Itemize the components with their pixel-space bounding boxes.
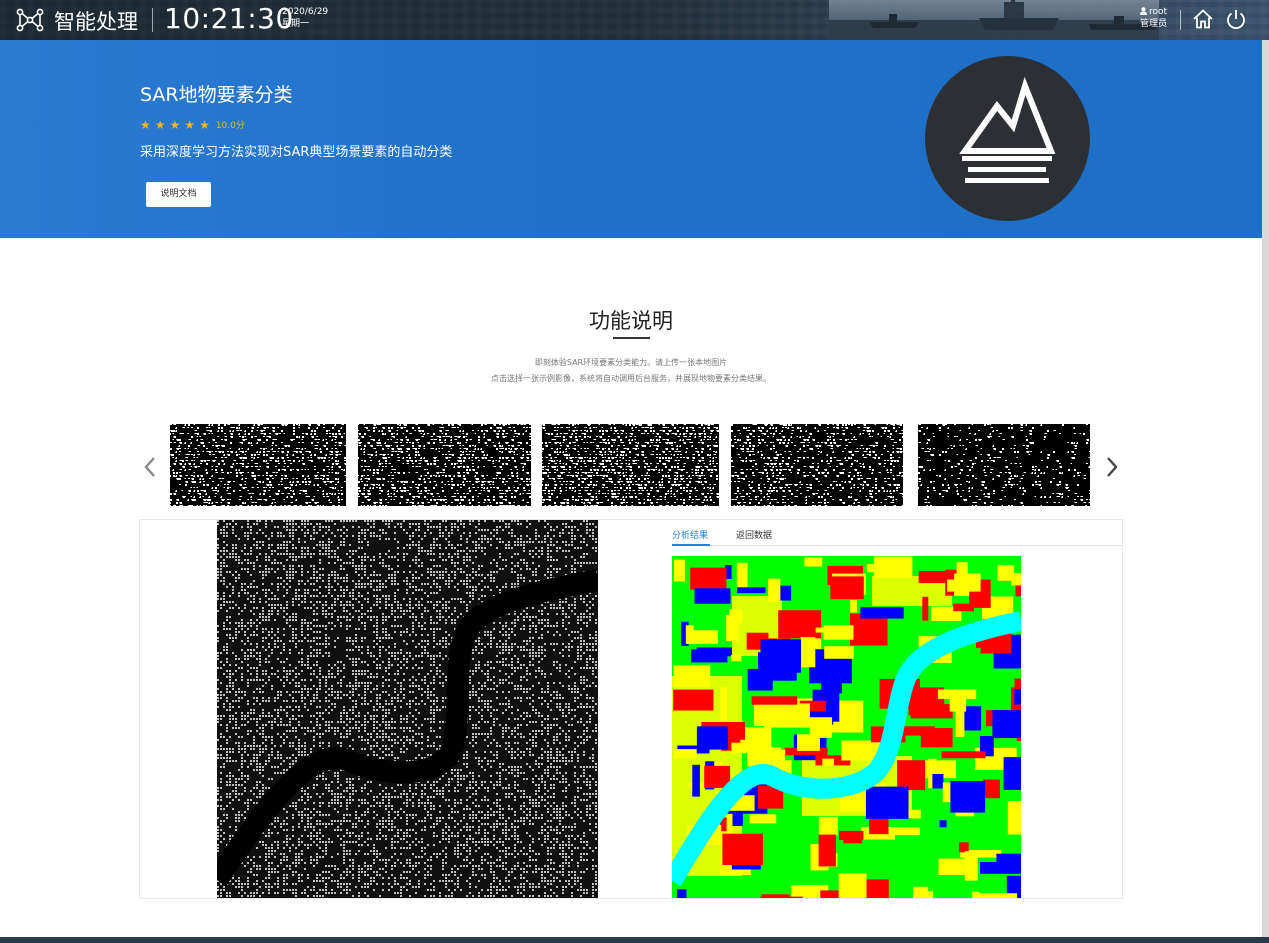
page: 智能处理 10:21:30 2020/6/29 星期一 root 管理员 SAR… bbox=[0, 0, 1269, 943]
weekday-text: 星期一 bbox=[282, 19, 310, 29]
bottom-bar bbox=[0, 937, 1269, 943]
service-emblem bbox=[925, 56, 1090, 221]
hero-banner: SAR地物要素分类 ★ ★ ★ ★ ★ 10.0分 采用深度学习方法实现对SAR典型场景要… bbox=[0, 40, 1262, 238]
result-tabs: 分析结果 返回数据 bbox=[672, 520, 1122, 546]
sample-thumbnail[interactable] bbox=[731, 424, 903, 506]
home-icon[interactable] bbox=[1192, 8, 1214, 30]
star-icon: ★ bbox=[199, 118, 210, 132]
sample-thumbnail[interactable] bbox=[170, 424, 346, 506]
scrollbar-gutter bbox=[1262, 40, 1269, 938]
rating: ★ ★ ★ ★ ★ 10.0分 bbox=[140, 114, 245, 132]
section-underline bbox=[613, 337, 650, 339]
classification-result-image bbox=[672, 556, 1021, 898]
date-block: 2020/6/29 星期一 bbox=[282, 6, 328, 30]
service-description: 采用深度学习方法实现对SAR典型场景要素的自动分类 bbox=[140, 145, 453, 160]
section-title: 功能说明 bbox=[589, 309, 673, 333]
sample-thumbnail[interactable] bbox=[918, 424, 1090, 506]
rating-score: 10.0分 bbox=[215, 121, 245, 131]
network-logo-icon bbox=[16, 8, 44, 32]
chevron-right-icon[interactable] bbox=[1105, 455, 1119, 479]
user-info[interactable]: root 管理员 bbox=[1139, 6, 1167, 30]
description-line: 即刻体验SAR环境要素分类能力。请上传一张本地图片 bbox=[534, 358, 728, 367]
sample-thumbnail[interactable] bbox=[358, 424, 531, 506]
star-icon: ★ bbox=[184, 118, 196, 132]
tab-analysis-result[interactable]: 分析结果 bbox=[672, 528, 708, 541]
divider bbox=[1180, 10, 1181, 30]
service-title: SAR地物要素分类 bbox=[140, 84, 293, 106]
star-icon: ★ bbox=[169, 118, 181, 132]
sample-thumbnail[interactable] bbox=[542, 424, 719, 506]
mountain-water-icon bbox=[959, 76, 1056, 183]
date-text: 2020/6/29 bbox=[282, 7, 329, 17]
description-line: 点击选择一张示例影像，系统将自动调用后台服务，并展现地物要素分类结果。 bbox=[491, 374, 771, 383]
user-icon bbox=[1139, 7, 1147, 15]
power-icon[interactable] bbox=[1225, 8, 1247, 30]
app-title: 智能处理 bbox=[54, 10, 138, 34]
active-tab-indicator bbox=[672, 544, 710, 546]
star-icon: ★ bbox=[154, 118, 166, 132]
section-description: 即刻体验SAR环境要素分类能力。请上传一张本地图片 点击选择一张示例影像，系统将… bbox=[0, 355, 1262, 387]
top-bar: 智能处理 10:21:30 2020/6/29 星期一 root 管理员 bbox=[0, 0, 1269, 40]
divider bbox=[152, 8, 153, 32]
documentation-button[interactable]: 说明文档 bbox=[146, 182, 211, 207]
star-icon: ★ bbox=[140, 118, 151, 132]
user-role: 管理员 bbox=[1139, 19, 1167, 29]
input-sar-image bbox=[217, 520, 598, 898]
header-banner-image bbox=[829, 0, 1159, 40]
tab-returned-data[interactable]: 返回数据 bbox=[736, 528, 772, 541]
user-name: root bbox=[1148, 7, 1167, 17]
chevron-left-icon[interactable] bbox=[143, 455, 157, 479]
clock: 10:21:30 bbox=[164, 2, 294, 35]
